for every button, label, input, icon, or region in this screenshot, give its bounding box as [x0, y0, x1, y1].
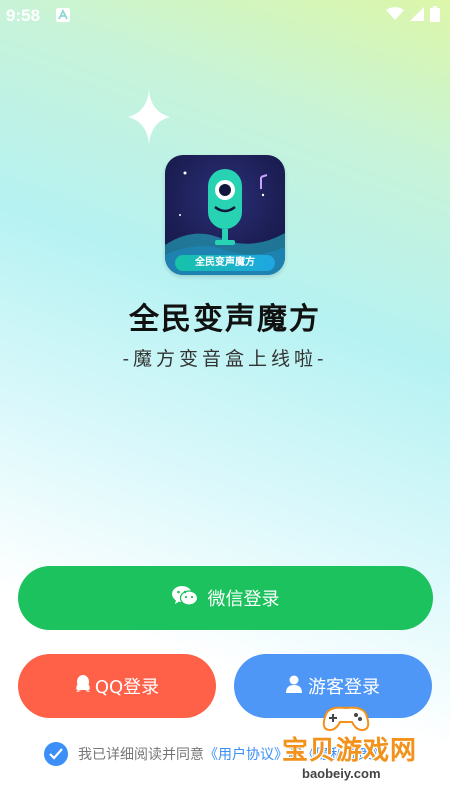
qq-icon — [75, 674, 91, 698]
wechat-login-button[interactable]: 微信登录 — [18, 566, 433, 630]
status-icons — [386, 6, 440, 27]
battery-icon — [430, 6, 440, 27]
signal-icon — [410, 7, 424, 26]
guest-login-label: 游客登录 — [308, 677, 380, 698]
status-bar: 9:58 — [0, 0, 450, 32]
app-icon: 全民变声魔方 — [165, 155, 285, 275]
watermark-url: baobeiy.com — [302, 766, 381, 781]
checkmark-icon — [49, 748, 63, 760]
app-subtitle: -魔方变音盒上线啦- — [122, 348, 328, 370]
qq-login-label: QQ登录 — [94, 677, 160, 698]
agreement-checkbox[interactable] — [44, 742, 68, 766]
app-icon-label: 全民变声魔方 — [175, 255, 275, 271]
watermark: 宝贝游戏网 baobeiy.com — [276, 700, 450, 800]
notification-a-icon — [56, 8, 70, 22]
user-icon — [286, 675, 302, 698]
app-title: 全民变声魔方 — [129, 302, 321, 337]
status-time: 9:58 — [6, 6, 41, 25]
agreement-prefix: 我已详细阅读并同意 — [78, 747, 204, 763]
qq-login-button[interactable]: QQ登录 — [18, 654, 216, 718]
wechat-login-label: 微信登录 — [207, 589, 280, 610]
wifi-icon — [386, 7, 404, 26]
wechat-icon — [171, 585, 198, 612]
watermark-text: 宝贝游戏网 — [282, 736, 418, 766]
sparkle-icon — [128, 90, 170, 144]
